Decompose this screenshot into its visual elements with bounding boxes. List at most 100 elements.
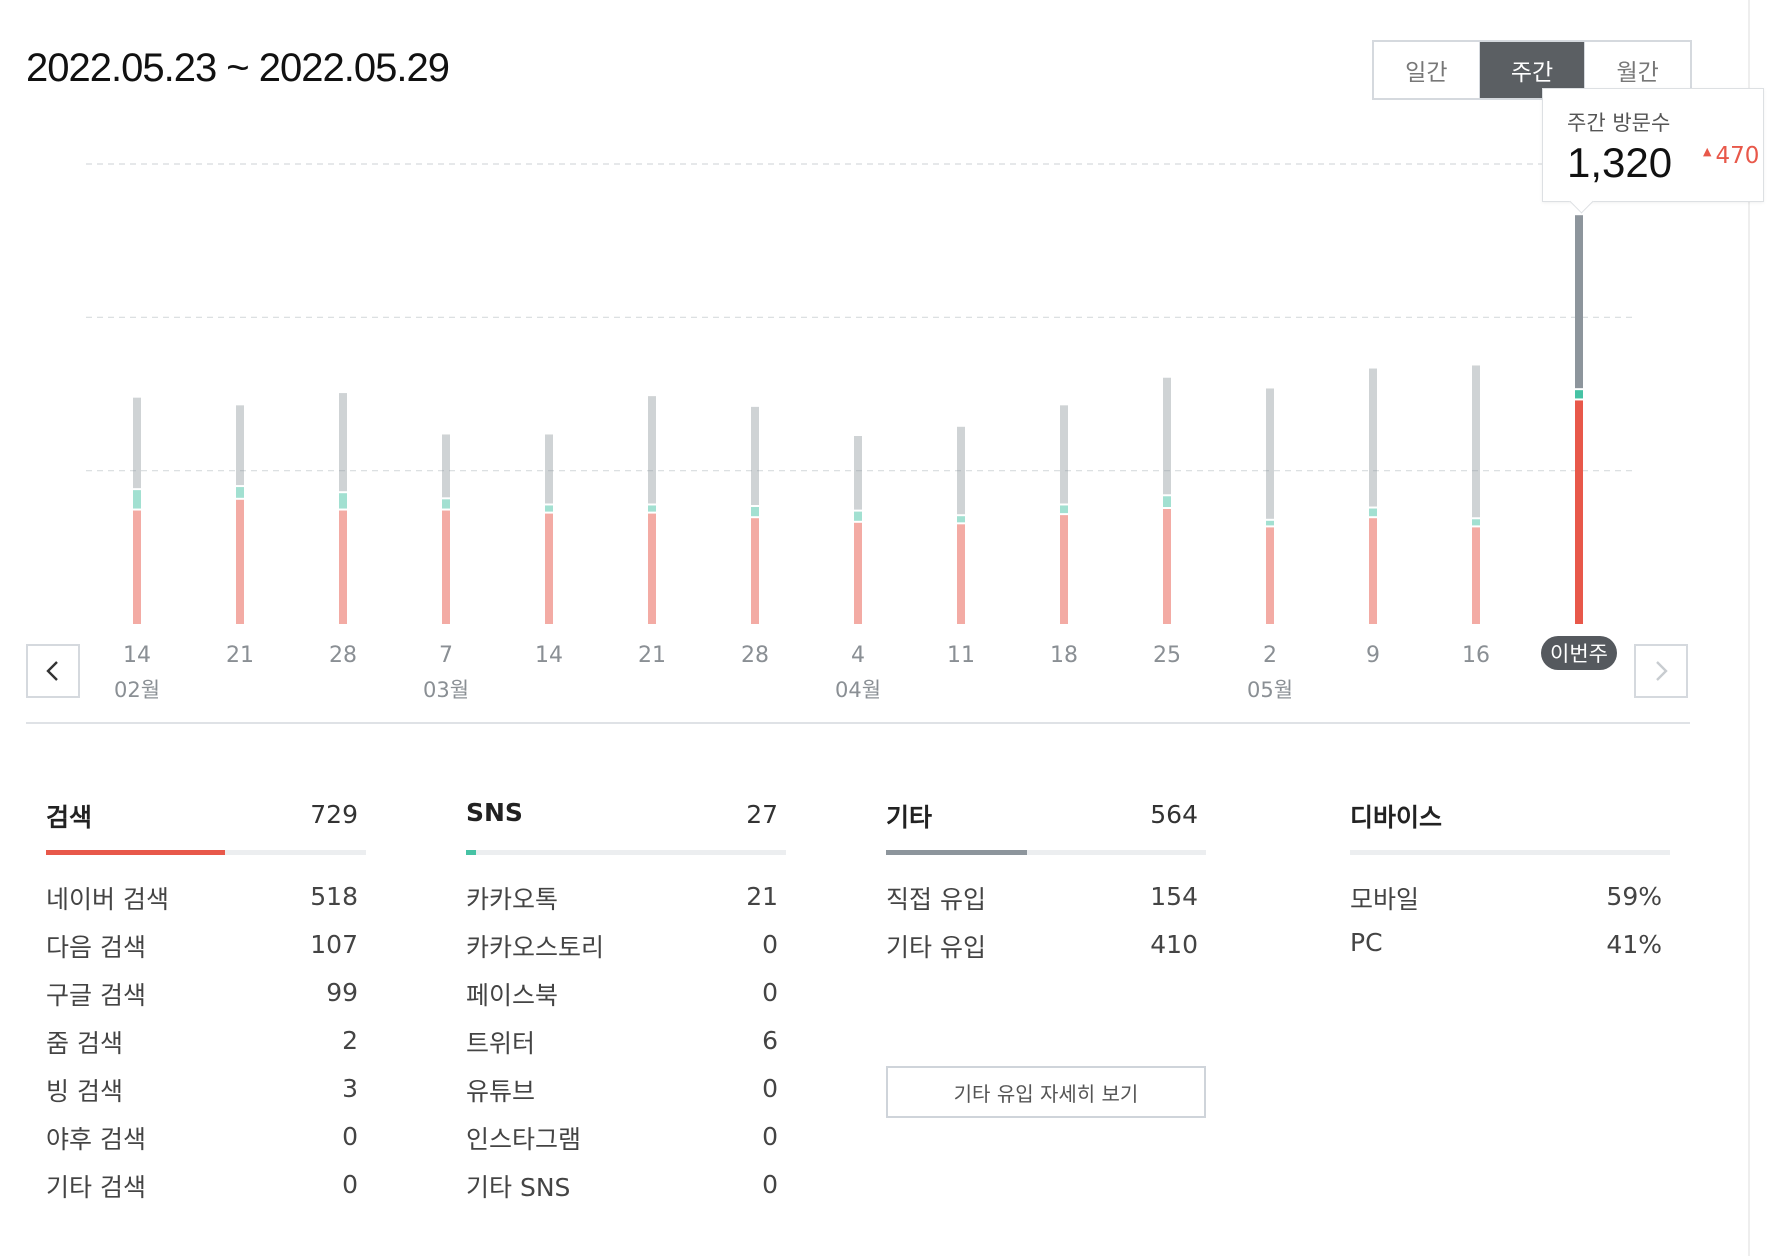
up-triangle-icon: ▲	[1703, 145, 1712, 158]
bar-segment	[957, 426, 965, 515]
x-tick-label: 28	[741, 643, 769, 668]
bar-segment	[648, 505, 656, 512]
row-value: 0	[762, 1074, 778, 1103]
row-label: 구글 검색	[46, 981, 146, 1010]
list-item: 기타 유입 410	[886, 928, 1206, 976]
row-label: 카카오스토리	[466, 933, 605, 962]
row-label: 유튜브	[466, 1077, 536, 1106]
x-tick-label: 7	[439, 643, 453, 668]
tooltip-arrow	[1569, 189, 1594, 214]
stats-sns: SNS 27 카카오톡 21 카카오스토리 0 페이스북 0 트위터 6 유튜브 0 인스…	[466, 798, 786, 1202]
row-value: 2	[342, 1026, 358, 1055]
row-label: 줌 검색	[46, 1029, 123, 1058]
bar-segment	[1266, 388, 1274, 519]
x-tick-label: 14	[123, 643, 151, 668]
list-item: 기타 검색 0	[46, 1168, 366, 1216]
bar-segment	[1163, 496, 1171, 507]
list-item: 유튜브 0	[466, 1072, 786, 1120]
row-label: 인스타그램	[466, 1125, 582, 1154]
bar-segment	[854, 436, 862, 510]
bar-segment	[751, 518, 759, 624]
stats-search: 검색 729 네이버 검색 518 다음 검색 107 구글 검색 99 줌 검색 2 …	[46, 798, 366, 1202]
bar-segment	[1575, 390, 1583, 399]
row-label: 기타 SNS	[466, 1173, 571, 1202]
next-week-button[interactable]	[1634, 644, 1688, 698]
stats-other-header: 기타 564	[886, 798, 1206, 838]
tooltip-value: 1,320	[1567, 139, 1673, 186]
row-value: 107	[310, 930, 358, 959]
stats-other-title: 기타	[886, 803, 933, 832]
bar-segment	[1163, 377, 1171, 495]
x-tick-label: 18	[1050, 643, 1078, 668]
bar-segment	[648, 396, 656, 504]
row-label: 모바일	[1350, 885, 1420, 914]
x-tick-label: 2	[1263, 643, 1277, 668]
list-item: 페이스북 0	[466, 976, 786, 1024]
bar-segment	[854, 511, 862, 521]
stats-sns-share-bar	[466, 850, 786, 855]
x-tick-label: 이번주	[1550, 642, 1608, 666]
stats-other-total: 564	[1150, 800, 1198, 829]
row-value: 99	[326, 978, 358, 1007]
row-label: 페이스북	[466, 981, 559, 1010]
stats-other: 기타 564 직접 유입 154 기타 유입 410 기타 유입 자세히 보기	[886, 798, 1206, 1118]
bar-segment	[236, 405, 244, 486]
row-value: 154	[1150, 882, 1198, 911]
other-inflow-detail-button[interactable]: 기타 유입 자세히 보기	[886, 1066, 1206, 1118]
month-label: 03월	[423, 678, 469, 702]
x-tick-label: 21	[638, 643, 666, 668]
bar-segment	[133, 510, 141, 624]
row-label: 야후 검색	[46, 1125, 146, 1154]
list-item: 모바일 59%	[1350, 880, 1670, 928]
list-item: 야후 검색 0	[46, 1120, 366, 1168]
bar-segment	[854, 522, 862, 624]
list-item: 직접 유입 154	[886, 880, 1206, 928]
bar-segment	[236, 487, 244, 498]
row-label: 기타 유입	[886, 933, 986, 962]
bar-segment	[442, 510, 450, 624]
list-item: 구글 검색 99	[46, 976, 366, 1024]
stats-device: 디바이스 모바일 59% PC 41%	[1350, 798, 1670, 959]
stats-other-share-fill	[886, 850, 1027, 855]
bar-segment	[1472, 519, 1480, 526]
month-label: 04월	[835, 678, 881, 702]
list-item: 카카오스토리 0	[466, 928, 786, 976]
weekly-visits-chart: 14 21 28 7 14 21 28 4 11 18 25 2 9 16 이번주 02월 03월 04월 05월	[86, 163, 1632, 702]
tab-daily[interactable]: 일간	[1374, 42, 1480, 98]
bar-segment	[442, 499, 450, 509]
bar-segment	[1369, 508, 1377, 517]
list-item: 네이버 검색 518	[46, 880, 366, 928]
stats-device-header: 디바이스	[1350, 798, 1670, 838]
row-label: 트위터	[466, 1029, 536, 1058]
bar-segment	[957, 524, 965, 624]
bar-segment	[1472, 365, 1480, 518]
date-range: 2022.05.23 ~ 2022.05.29	[26, 46, 450, 90]
x-tick-label: 28	[329, 643, 357, 668]
row-value: 21	[746, 882, 778, 911]
month-label: 05월	[1247, 678, 1293, 702]
row-value: 0	[762, 1122, 778, 1151]
row-value: 3	[342, 1074, 358, 1103]
stats-other-list: 직접 유입 154 기타 유입 410 기타 유입 자세히 보기	[886, 880, 1206, 1118]
row-value: 0	[762, 978, 778, 1007]
bar-segment	[1266, 520, 1274, 526]
section-divider	[26, 722, 1690, 724]
stats-sns-total: 27	[746, 800, 778, 829]
list-item: 트위터 6	[466, 1024, 786, 1072]
stats-device-bar	[1350, 850, 1670, 855]
bar-segment	[545, 513, 553, 624]
bar-segment	[751, 406, 759, 505]
list-item: PC 41%	[1350, 928, 1670, 976]
bar-segment	[648, 513, 656, 624]
prev-week-button[interactable]	[26, 644, 80, 698]
stats-sns-share-fill	[466, 850, 476, 855]
row-label: 기타 검색	[46, 1173, 146, 1202]
bar-segment	[1060, 405, 1068, 504]
chevron-right-icon	[1656, 661, 1668, 681]
row-value: 410	[1150, 930, 1198, 959]
tooltip-delta-value: 470	[1715, 143, 1760, 169]
x-tick-label: 14	[535, 643, 563, 668]
stats-sns-title: SNS	[466, 798, 523, 827]
row-value: 0	[342, 1122, 358, 1151]
stats-search-header: 검색 729	[46, 798, 366, 838]
